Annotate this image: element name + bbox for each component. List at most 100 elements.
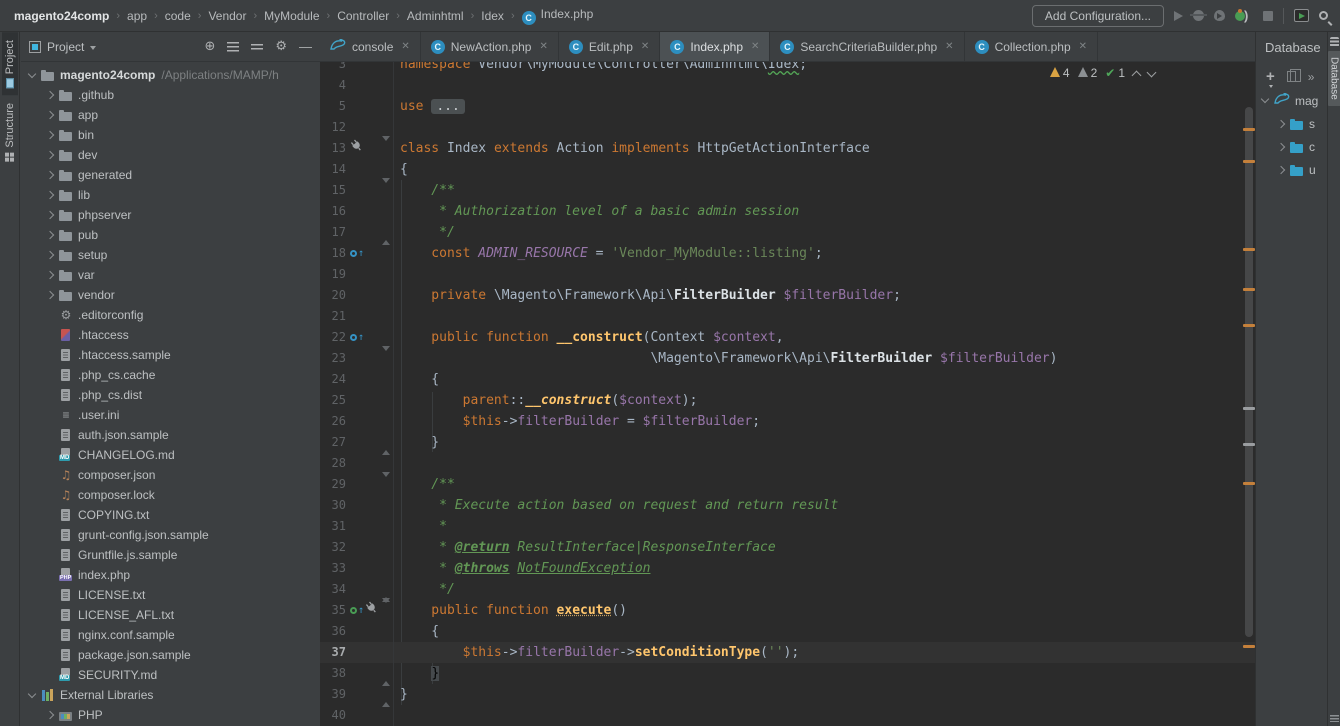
code-line[interactable]: 20 private \Magento\Framework\Api\Filter… (320, 285, 1255, 306)
code-line[interactable]: 18↑ const ADMIN_RESOURCE = 'Vendor_MyMod… (320, 243, 1255, 264)
code-line[interactable]: 28 (320, 453, 1255, 474)
tree-row[interactable]: magento24comp/Applications/MAMP/h (21, 65, 320, 85)
breadcrumb-item[interactable]: app (127, 9, 147, 23)
tab-searchcriteriabuilder-php[interactable]: CSearchCriteriaBuilder.php✕ (770, 32, 964, 61)
breadcrumb-item[interactable]: MyModule (264, 9, 319, 23)
code-line[interactable]: 17 */ (320, 222, 1255, 243)
close-icon[interactable]: ✕ (1079, 41, 1087, 52)
expand-all-icon[interactable] (227, 42, 239, 52)
code-line[interactable]: 12 (320, 117, 1255, 138)
chevron-right-icon[interactable] (46, 231, 54, 239)
add-datasource-icon[interactable]: + (1266, 68, 1275, 85)
code-line[interactable]: 40 (320, 705, 1255, 726)
tree-row[interactable]: .php_cs.dist (21, 385, 320, 405)
run-icon[interactable] (1174, 11, 1183, 21)
tree-row[interactable]: .php_cs.cache (21, 365, 320, 385)
database-tree-row[interactable]: u (1256, 158, 1326, 181)
tree-row[interactable]: auth.json.sample (21, 425, 320, 445)
chevron-right-icon[interactable] (46, 291, 54, 299)
code-line[interactable]: 13class Index extends Action implements … (320, 138, 1255, 159)
tree-row[interactable]: phpserver (21, 205, 320, 225)
database-tree-row[interactable]: mag (1256, 89, 1326, 112)
magento-plugin-icon[interactable] (350, 138, 363, 159)
project-view-selector[interactable]: Project (29, 40, 96, 54)
locate-icon[interactable]: ⊕ (204, 39, 215, 54)
fold-marker-icon[interactable] (382, 348, 390, 369)
code-line[interactable]: 26 $this->filterBuilder = $filterBuilder… (320, 411, 1255, 432)
tree-row[interactable]: External Libraries (21, 685, 320, 705)
tree-row[interactable]: PHP (21, 705, 320, 725)
search-everywhere-icon[interactable] (1319, 11, 1328, 20)
tree-row[interactable]: .htaccess.sample (21, 345, 320, 365)
database-tree-row[interactable]: c (1256, 135, 1326, 158)
tree-row[interactable]: Gruntfile.js.sample (21, 545, 320, 565)
tree-row[interactable]: bin (21, 125, 320, 145)
fold-marker-icon[interactable] (382, 474, 390, 495)
magento-plugin-icon[interactable] (365, 600, 378, 621)
chevron-down-icon[interactable] (1261, 95, 1269, 103)
chevron-down-icon[interactable] (28, 69, 36, 77)
code-line[interactable]: 29 /** (320, 474, 1255, 495)
structure-stripe-button[interactable]: Structure (2, 95, 18, 170)
collapse-all-icon[interactable] (251, 44, 263, 50)
tree-row[interactable]: app (21, 105, 320, 125)
tab-console[interactable]: console✕ (320, 32, 421, 61)
fold-marker-icon[interactable] (382, 600, 390, 621)
fold-marker-icon[interactable] (382, 138, 390, 159)
bottom-corner-icon[interactable] (1330, 715, 1339, 722)
database-tree-row[interactable]: s (1256, 112, 1326, 135)
chevron-right-icon[interactable] (46, 91, 54, 99)
fold-marker-icon[interactable] (382, 684, 390, 705)
tree-row[interactable]: lib (21, 185, 320, 205)
tree-row[interactable]: .github (21, 85, 320, 105)
tab-newaction-php[interactable]: CNewAction.php✕ (421, 32, 559, 61)
chevron-right-icon[interactable] (46, 211, 54, 219)
breadcrumb-item[interactable]: Idex (481, 9, 504, 23)
breadcrumb-item[interactable]: Vendor (208, 9, 246, 23)
code-line[interactable]: 27 } (320, 432, 1255, 453)
chevron-right-icon[interactable] (46, 711, 54, 719)
code-line[interactable]: 30 * Execute action based on request and… (320, 495, 1255, 516)
chevron-right-icon[interactable] (46, 111, 54, 119)
fold-marker-icon[interactable] (382, 180, 390, 201)
chevron-right-icon[interactable] (46, 131, 54, 139)
close-icon[interactable]: ✕ (401, 41, 409, 52)
close-icon[interactable]: ✕ (641, 41, 649, 52)
prev-issue-icon[interactable] (1132, 70, 1142, 80)
tab-collection-php[interactable]: CCollection.php✕ (965, 32, 1098, 61)
tree-row[interactable]: LICENSE.txt (21, 585, 320, 605)
tree-row[interactable]: var (21, 265, 320, 285)
code-line[interactable]: 16 * Authorization level of a basic admi… (320, 201, 1255, 222)
tree-row[interactable]: nginx.conf.sample (21, 625, 320, 645)
close-icon[interactable]: ✕ (539, 41, 547, 52)
next-issue-icon[interactable] (1147, 67, 1157, 77)
tree-row[interactable]: setup (21, 245, 320, 265)
database-stripe-button[interactable]: Database (1328, 51, 1340, 106)
settings-icon[interactable]: ⚙ (275, 39, 287, 54)
code-line[interactable]: 35↑ public function execute() (320, 600, 1255, 621)
coverage-icon[interactable] (1214, 10, 1225, 21)
close-icon[interactable]: ✕ (945, 41, 953, 52)
tree-row[interactable]: dev (21, 145, 320, 165)
overridden-marker-icon[interactable] (350, 250, 357, 257)
tree-row[interactable]: ♫composer.lock (21, 485, 320, 505)
code-line[interactable]: 15 /** (320, 180, 1255, 201)
implemented-marker-icon[interactable] (350, 607, 357, 614)
code-line[interactable]: 37 $this->filterBuilder->setConditionTyp… (320, 642, 1255, 663)
chevron-down-icon[interactable] (28, 689, 36, 697)
chevron-right-icon[interactable] (46, 171, 54, 179)
inspections-widget[interactable]: 4 2 ✔1 (1050, 66, 1155, 80)
debug-icon[interactable] (1193, 10, 1204, 21)
fold-marker-icon[interactable] (382, 663, 390, 684)
editor[interactable]: 3namespace Vendor\MyModule\Controller\Ad… (320, 62, 1255, 726)
code-line[interactable]: 34 */ (320, 579, 1255, 600)
fold-marker-icon[interactable] (382, 222, 390, 243)
chevron-right-icon[interactable] (46, 151, 54, 159)
fold-marker-icon[interactable] (382, 432, 390, 453)
code-line[interactable]: 19 (320, 264, 1255, 285)
code-line[interactable]: 32 * @return ResultInterface|ResponseInt… (320, 537, 1255, 558)
fold-marker-icon[interactable] (382, 579, 390, 600)
tree-row[interactable]: ⚙.editorconfig (21, 305, 320, 325)
php-listen-debug-icon[interactable] (1235, 11, 1245, 21)
breadcrumb-item[interactable]: Controller (337, 9, 389, 23)
